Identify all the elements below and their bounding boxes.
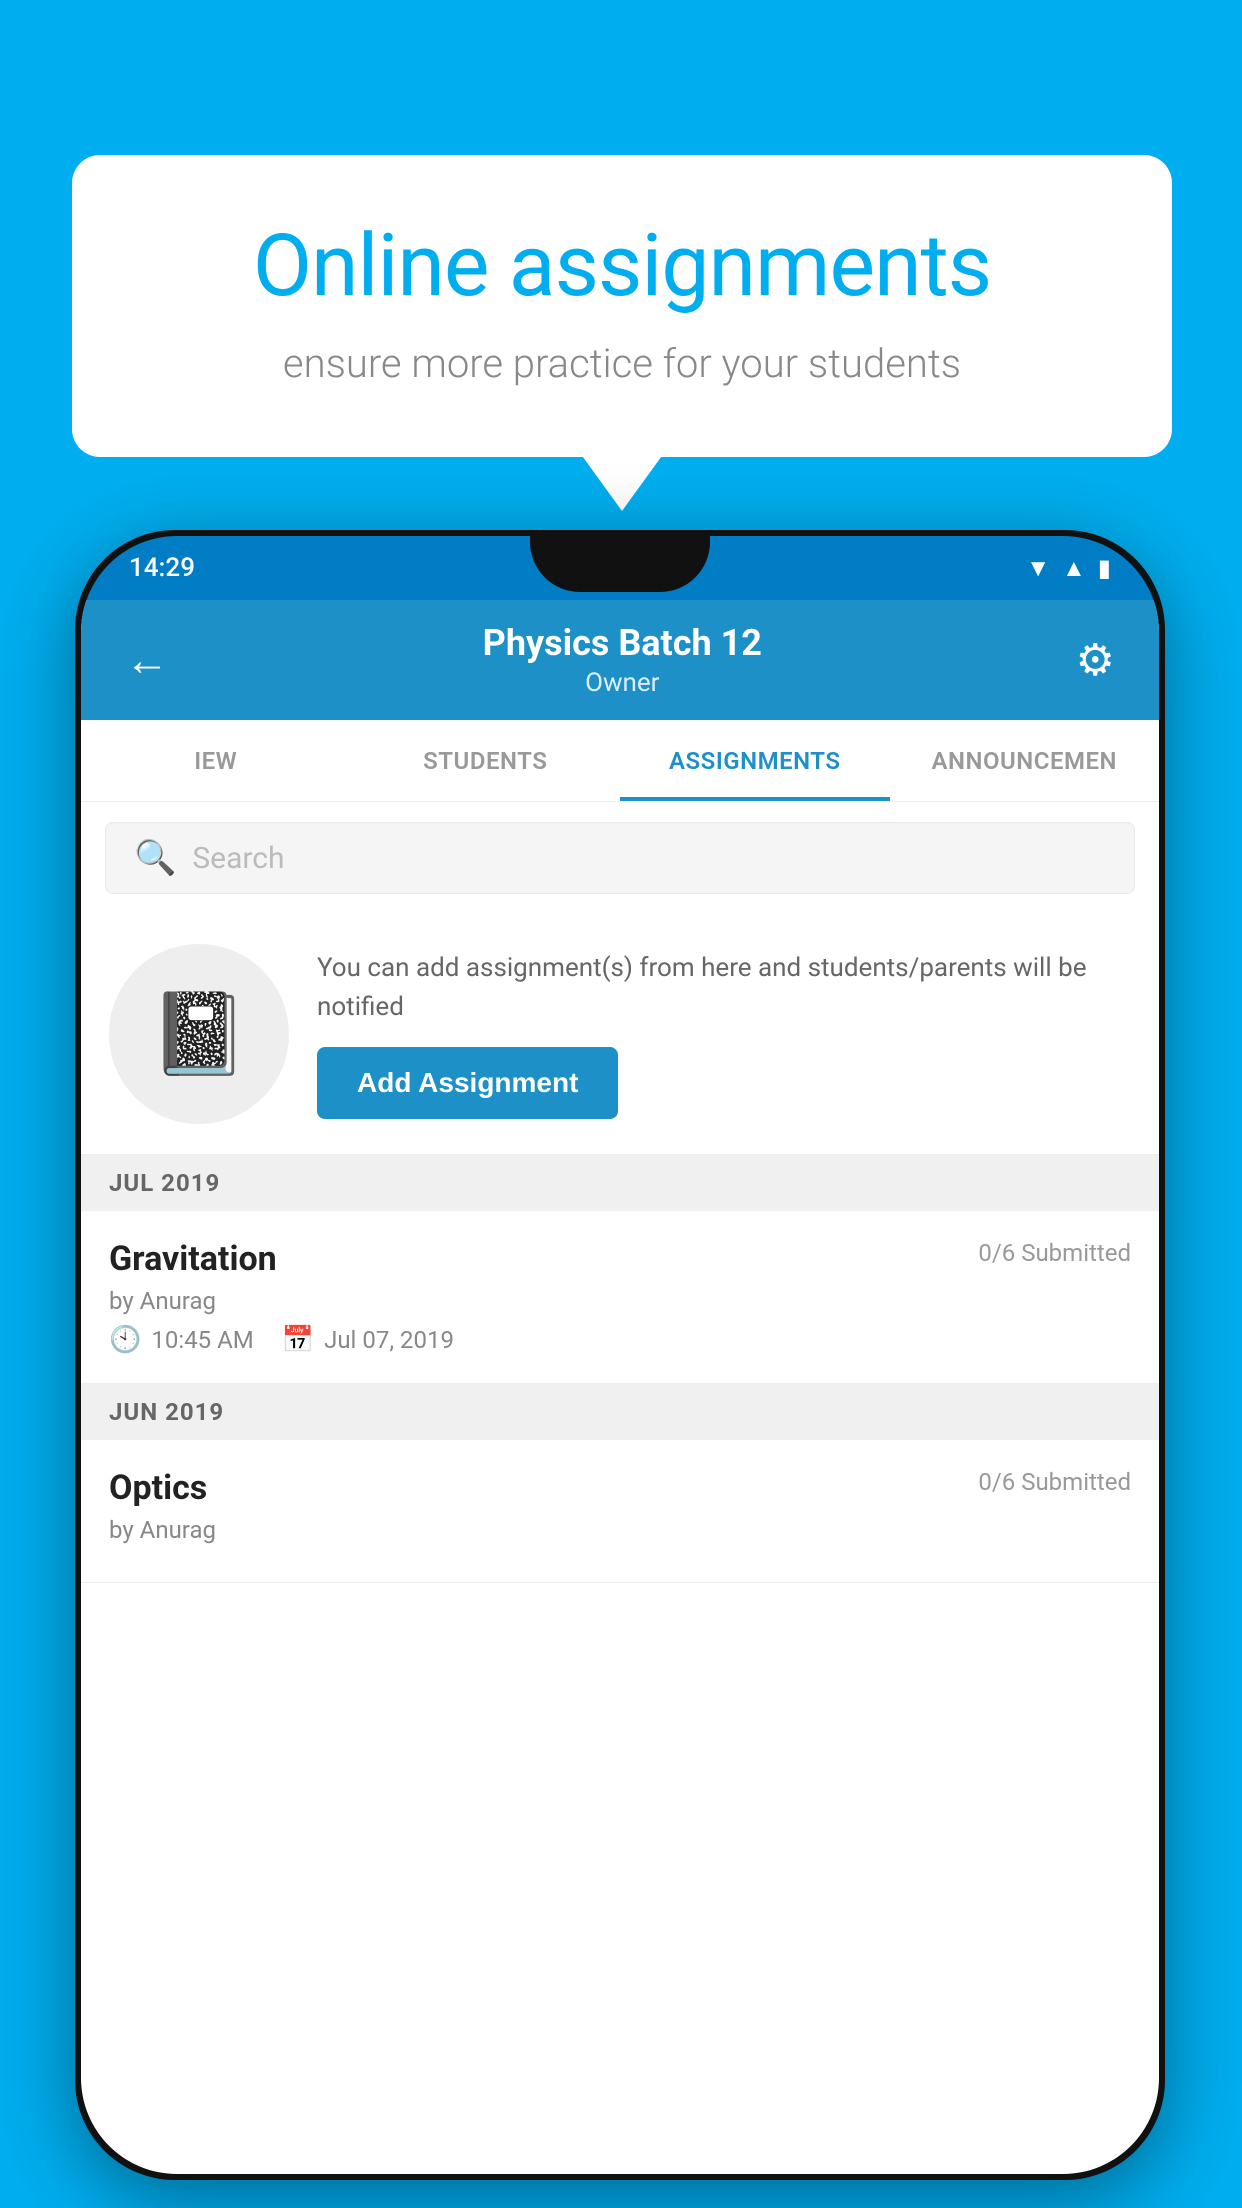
assignment-submitted-gravitation: 0/6 Submitted — [978, 1239, 1131, 1267]
assignment-by-gravitation: by Anurag — [109, 1287, 1131, 1315]
speech-bubble-container: Online assignments ensure more practice … — [72, 155, 1172, 457]
assignment-row-top: Gravitation 0/6 Submitted — [109, 1239, 1131, 1279]
assignment-by-optics: by Anurag — [109, 1516, 1131, 1544]
phone-screen: ← Physics Batch 12 Owner ⚙ IEW STUDENTS … — [81, 600, 1159, 2174]
clock-icon: 🕙 — [109, 1325, 141, 1355]
status-time: 14:29 — [129, 553, 195, 583]
phone-frame: 14:29 ▼ ▲ ▮ ← Physics Batch 12 Owner ⚙ I… — [75, 530, 1165, 2180]
assignment-name-gravitation: Gravitation — [109, 1239, 277, 1279]
tab-assignments[interactable]: ASSIGNMENTS — [620, 720, 890, 801]
tab-students[interactable]: STUDENTS — [351, 720, 621, 801]
promo-text-block: You can add assignment(s) from here and … — [317, 949, 1131, 1119]
speech-bubble-title: Online assignments — [152, 215, 1092, 316]
speech-bubble-subtitle: ensure more practice for your students — [152, 340, 1092, 387]
notch — [530, 536, 710, 592]
promo-description: You can add assignment(s) from here and … — [317, 949, 1131, 1027]
signal-icon: ▲ — [1062, 554, 1086, 583]
search-bar[interactable]: 🔍 Search — [105, 822, 1135, 894]
date-label-gravitation: Jul 07, 2019 — [324, 1326, 454, 1354]
status-bar: 14:29 ▼ ▲ ▮ — [81, 536, 1159, 600]
add-assignment-button[interactable]: Add Assignment — [317, 1047, 618, 1119]
back-button[interactable]: ← — [125, 634, 169, 686]
calendar-icon: 📅 — [282, 1325, 314, 1355]
notebook-icon: 📓 — [149, 987, 249, 1081]
assignment-meta-gravitation: 🕙 10:45 AM 📅 Jul 07, 2019 — [109, 1325, 1131, 1355]
assignment-submitted-optics: 0/6 Submitted — [978, 1468, 1131, 1496]
assignment-row-top-optics: Optics 0/6 Submitted — [109, 1468, 1131, 1508]
assignment-item-gravitation[interactable]: Gravitation 0/6 Submitted by Anurag 🕙 10… — [81, 1211, 1159, 1384]
assignment-name-optics: Optics — [109, 1468, 207, 1508]
search-placeholder: Search — [192, 841, 284, 876]
speech-bubble: Online assignments ensure more practice … — [72, 155, 1172, 457]
search-icon: 🔍 — [134, 838, 176, 878]
settings-icon[interactable]: ⚙ — [1076, 634, 1115, 686]
app-bar-title-block: Physics Batch 12 Owner — [483, 622, 762, 698]
assignment-item-optics[interactable]: Optics 0/6 Submitted by Anurag — [81, 1440, 1159, 1583]
app-bar: ← Physics Batch 12 Owner ⚙ — [81, 600, 1159, 720]
time-label-gravitation: 10:45 AM — [151, 1326, 253, 1354]
wifi-icon: ▼ — [1026, 554, 1050, 583]
meta-date-gravitation: 📅 Jul 07, 2019 — [282, 1325, 454, 1355]
section-header-jun: JUN 2019 — [81, 1384, 1159, 1440]
meta-time-gravitation: 🕙 10:45 AM — [109, 1325, 254, 1355]
section-header-jul: JUL 2019 — [81, 1155, 1159, 1211]
assignment-promo: 📓 You can add assignment(s) from here an… — [81, 914, 1159, 1155]
app-bar-title: Physics Batch 12 — [483, 622, 762, 664]
app-bar-subtitle: Owner — [483, 668, 762, 698]
phone-inner: 14:29 ▼ ▲ ▮ ← Physics Batch 12 Owner ⚙ I… — [81, 536, 1159, 2174]
promo-icon-circle: 📓 — [109, 944, 289, 1124]
tab-announcements[interactable]: ANNOUNCEMEN — [890, 720, 1160, 801]
battery-icon: ▮ — [1098, 554, 1111, 582]
status-icons: ▼ ▲ ▮ — [1026, 554, 1111, 583]
tabs: IEW STUDENTS ASSIGNMENTS ANNOUNCEMEN — [81, 720, 1159, 802]
search-container: 🔍 Search — [81, 802, 1159, 914]
tab-iew[interactable]: IEW — [81, 720, 351, 801]
